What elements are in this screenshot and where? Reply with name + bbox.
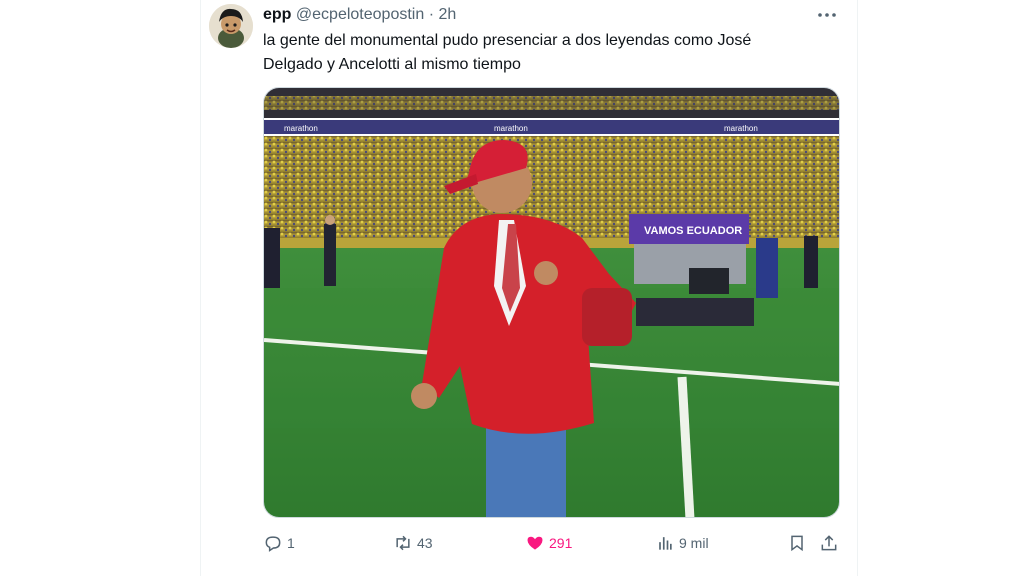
bookmark-icon [791,535,803,552]
reply-count: 1 [287,535,295,551]
reply-icon [265,536,281,552]
reply-button[interactable]: 1 [263,530,295,556]
timestamp[interactable]: 2h [438,6,456,23]
video-frame: marathon marathon marathon VAMOS ECUADOR [264,88,839,517]
analytics-icon [659,537,672,550]
retweet-button[interactable]: 43 [393,530,433,556]
like-button[interactable]: 291 [525,530,572,556]
tweet-card[interactable]: epp @ecpeloteopostin · 2h la gente del m… [200,0,858,576]
views-button[interactable]: 9 mil [655,530,709,556]
avatar[interactable] [209,4,253,48]
separator-dot: · [428,6,435,23]
like-count: 291 [549,535,573,551]
share-icon [821,535,837,551]
tweet-actions: 1 43 291 9 mil [263,530,843,556]
heart-filled-icon [527,536,543,550]
banner-text: VAMOS ECUADOR [644,225,742,237]
tweet-text-line: Delgado y Ancelotti al mismo tiempo [263,56,521,73]
tweet-text: la gente del monumental pudo presenciar … [263,29,803,77]
author-handle[interactable]: @ecpeloteopostin [296,6,424,23]
ad-board-text: marathon [724,124,758,133]
tweet-header: epp @ecpeloteopostin · 2h [263,5,456,25]
retweet-count: 43 [417,535,433,551]
more-horizontal-icon [818,13,836,17]
ad-board-text: marathon [284,124,318,133]
bookmark-button[interactable] [787,530,807,556]
tweet-media-video[interactable]: marathon marathon marathon VAMOS ECUADOR [263,87,840,518]
avatar-image [209,4,253,48]
share-button[interactable] [819,530,839,556]
more-options-button[interactable] [815,4,839,26]
retweet-icon [396,535,410,551]
ad-board-text: marathon [494,124,528,133]
author-name[interactable]: epp [263,6,291,23]
view-count: 9 mil [679,535,709,551]
tweet-text-line: la gente del monumental pudo presenciar … [263,32,752,49]
